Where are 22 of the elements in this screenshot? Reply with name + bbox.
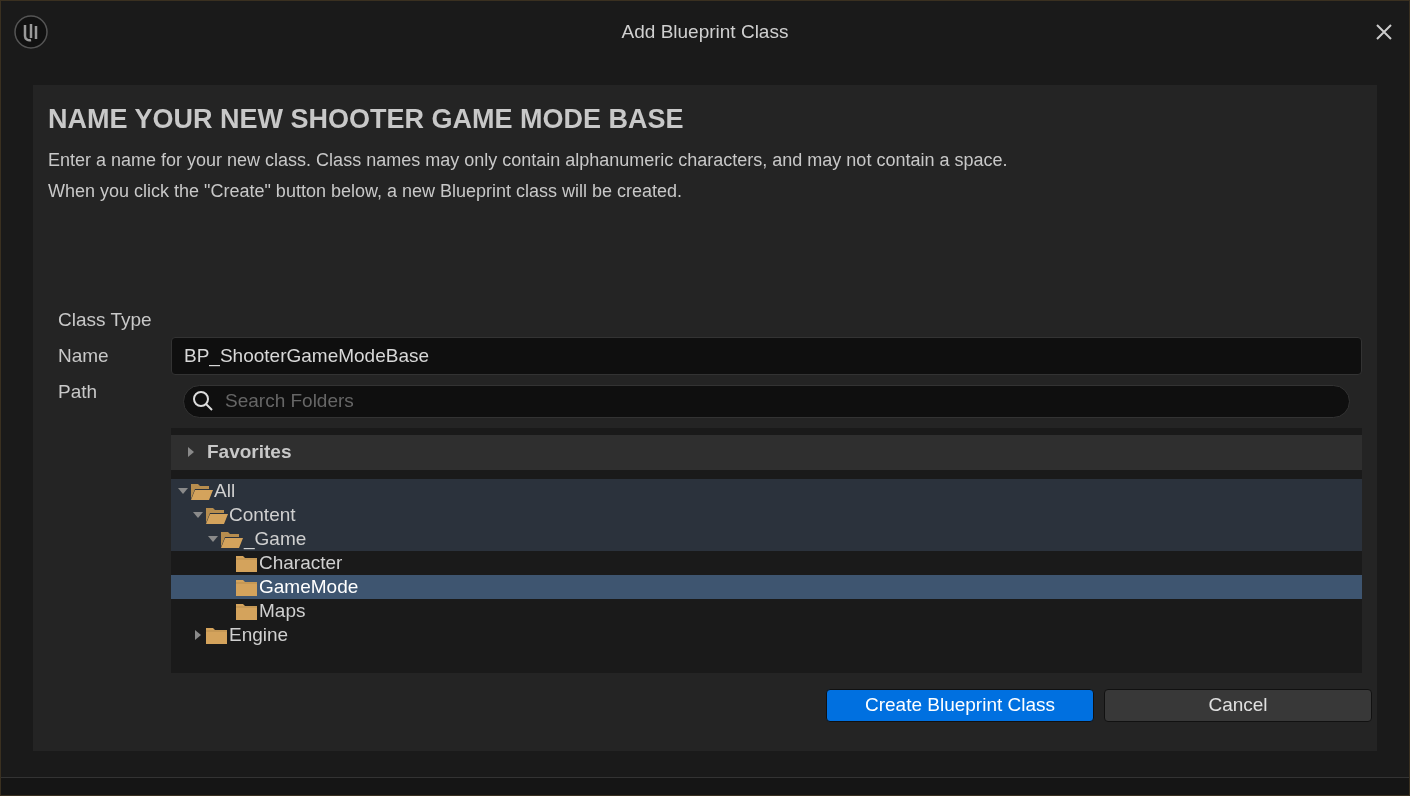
- field-label: Name: [58, 343, 110, 368]
- folder-tree-item[interactable]: Content: [171, 502, 1362, 527]
- dialog-heading: NAME YOUR NEW SHOOTER GAME MODE BASE: [48, 103, 685, 136]
- create-button[interactable]: Create Blueprint Class: [826, 688, 1094, 722]
- close-icon[interactable]: [1375, 23, 1393, 41]
- favorites-header[interactable]: Favorites: [171, 434, 1362, 470]
- folder-tree-item[interactable]: GameMode: [171, 574, 1362, 599]
- description-text: When you click the "Create" button below, a new Blueprint class will be created.: [48, 179, 684, 203]
- field-label: Path: [58, 379, 99, 404]
- search-field[interactable]: Search Folders: [183, 384, 1350, 418]
- folder-tree-item[interactable]: Character: [171, 550, 1362, 575]
- name-input[interactable]: BP_ShooterGameModeBase: [184, 341, 1349, 370]
- engine-logo-icon: [13, 14, 49, 50]
- name-field[interactable]: BP_ShooterGameModeBase: [171, 336, 1362, 375]
- folder-tree-item[interactable]: Engine: [171, 622, 1362, 647]
- folder-tree-item[interactable]: Maps: [171, 598, 1362, 623]
- cancel-button[interactable]: Cancel: [1104, 688, 1372, 722]
- folder-tree-item[interactable]: _Game: [171, 526, 1362, 551]
- folder-tree-item[interactable]: All: [171, 478, 1362, 503]
- description-text: Enter a name for your new class. Class names may only contain alphanumeric characters, and may not contain a space.: [48, 148, 1009, 172]
- field-label: Class Type: [58, 307, 153, 332]
- window-title: Add Blueprint Class: [621, 19, 789, 44]
